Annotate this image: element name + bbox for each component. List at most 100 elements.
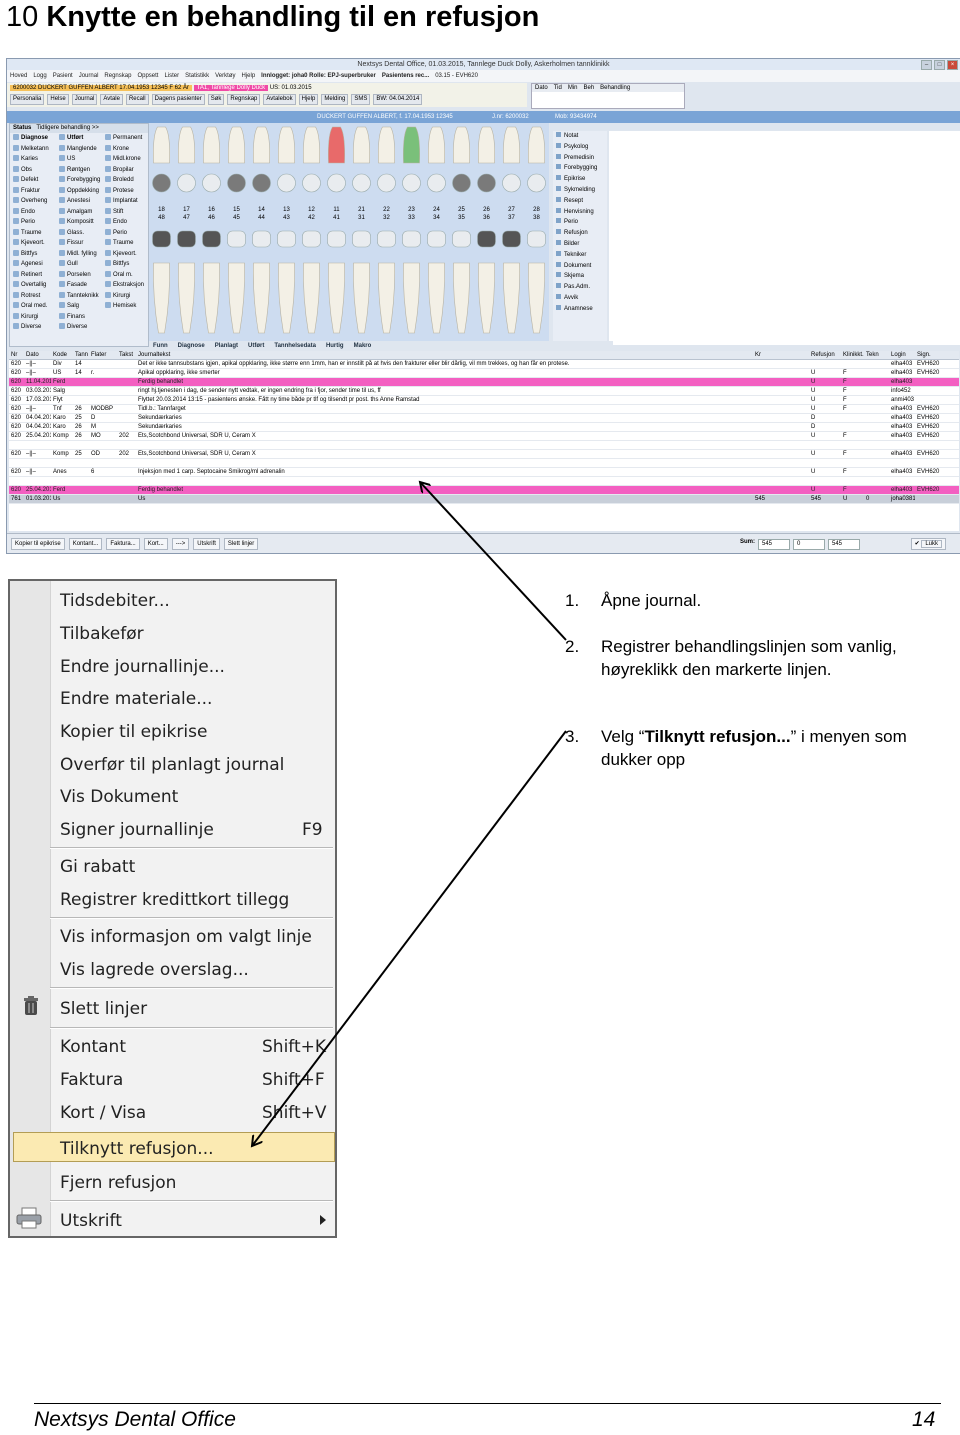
status-item[interactable]: Røntgen bbox=[59, 165, 102, 176]
tab-funn[interactable]: Funn bbox=[153, 341, 168, 351]
journal-column-header[interactable]: Nr bbox=[9, 351, 24, 359]
journal-column-header[interactable]: Kode bbox=[51, 351, 73, 359]
more-button[interactable]: ---> bbox=[171, 537, 190, 550]
appointment-table[interactable]: Dato Tid Min Beh Behandling bbox=[531, 83, 685, 109]
slett-linjer-button[interactable]: Slett linjer bbox=[223, 537, 259, 550]
tab-hurtig[interactable]: Hurtig bbox=[326, 341, 344, 351]
menu-regnskap[interactable]: Regnskap bbox=[104, 70, 131, 82]
journal-row[interactable]: 620 11.04.2013Ferd Ferdig behandlet U Felha4… bbox=[9, 378, 959, 387]
toolbar-journal[interactable]: Journal bbox=[71, 94, 98, 105]
status-item[interactable]: Overheng bbox=[13, 196, 56, 207]
menu-verktoy[interactable]: Verktøy bbox=[215, 70, 235, 82]
journal-column-header[interactable]: Refusjon bbox=[809, 351, 841, 359]
status-item[interactable]: Krone bbox=[105, 144, 148, 155]
journal-column-header[interactable]: Flater bbox=[89, 351, 117, 359]
journal-row[interactable]: 620 –||– Anes 6 Injeksjon med 1 carp. Septoc… bbox=[9, 468, 959, 477]
journal-row[interactable] bbox=[9, 441, 959, 450]
record-type-item[interactable]: Dokument bbox=[553, 261, 607, 272]
status-item[interactable]: Midl.krone bbox=[105, 154, 148, 165]
menu-journal[interactable]: Journal bbox=[79, 70, 99, 82]
status-item[interactable]: Gull bbox=[59, 259, 102, 270]
menu-item-tilbakefor[interactable]: Tilbakefør bbox=[60, 618, 144, 650]
record-type-item[interactable]: Premedisin bbox=[553, 153, 607, 164]
status-item[interactable]: Fissur bbox=[59, 238, 102, 249]
menu-oppsett[interactable]: Oppsett bbox=[137, 70, 158, 82]
toolbar-sms[interactable]: SMS bbox=[351, 94, 371, 105]
journal-column-header[interactable]: Journaltekst bbox=[136, 351, 753, 359]
status-item[interactable]: Kompositt bbox=[59, 217, 102, 228]
status-item[interactable]: Oral med. bbox=[13, 301, 56, 312]
journal-row[interactable]: 620 –||– US 14 r. Apikal oppklaring, ikke sme… bbox=[9, 369, 959, 378]
status-item[interactable]: Karies bbox=[13, 154, 56, 165]
menu-item-registrer-kredittkort[interactable]: Registrer kredittkort tillegg bbox=[60, 884, 289, 916]
status-item[interactable]: Porselen bbox=[59, 270, 102, 281]
toolbar-sok[interactable]: Søk bbox=[207, 94, 225, 105]
tooth-chart[interactable]: 18 48 17 47 16 46 15 45 14 44 13 43 12 42 11 41 21 31 22 32… bbox=[149, 123, 549, 345]
journal-column-header[interactable]: Tekn bbox=[864, 351, 889, 359]
status-item[interactable]: Agenesi bbox=[13, 259, 56, 270]
status-item[interactable]: Traume bbox=[105, 238, 148, 249]
record-type-item[interactable]: Skjema bbox=[553, 271, 607, 282]
record-type-item[interactable]: Tekniker bbox=[553, 250, 607, 261]
journal-column-header[interactable]: Login bbox=[889, 351, 915, 359]
status-item[interactable]: Overtallig bbox=[13, 280, 56, 291]
menu-hoved[interactable]: Hoved bbox=[10, 70, 27, 82]
menu-item-vis-informasjon[interactable]: Vis informasjon om valgt linje bbox=[60, 921, 312, 953]
status-item[interactable]: Oppdekking bbox=[59, 186, 102, 197]
menu-item-vis-dokument[interactable]: Vis Dokument bbox=[60, 781, 178, 813]
status-item[interactable]: Diverse bbox=[13, 322, 56, 333]
menu-item-slett-linjer[interactable]: Slett linjer bbox=[60, 993, 147, 1025]
toolbar-dagens[interactable]: Dagens pasienter bbox=[151, 94, 205, 105]
menu-item-kort-visa[interactable]: Kort / Visa Shift+V bbox=[60, 1097, 327, 1129]
status-item[interactable]: Kirurgi bbox=[13, 312, 56, 323]
tab-makro[interactable]: Makro bbox=[354, 341, 372, 351]
menu-item-faktura[interactable]: Faktura Shift+F bbox=[60, 1064, 325, 1096]
status-item[interactable]: Permanent bbox=[105, 133, 148, 144]
menu-logg[interactable]: Logg bbox=[33, 70, 46, 82]
status-item[interactable]: Kirurgi bbox=[105, 291, 148, 302]
status-item[interactable]: Amalgam bbox=[59, 207, 102, 218]
journal-row[interactable]: 620 –||– Tnf 26 MODBP Tidl.b.: Tannfarget U Fel… bbox=[9, 405, 959, 414]
record-type-item[interactable]: Henvisning bbox=[553, 207, 607, 218]
toolbar-regnskap[interactable]: Regnskap bbox=[227, 94, 261, 105]
menu-hjelp[interactable]: Hjelp bbox=[241, 70, 255, 82]
menu-item-kopier-epikrise[interactable]: Kopier til epikrise bbox=[60, 716, 207, 748]
record-type-item[interactable]: Avvik bbox=[553, 293, 607, 304]
status-item[interactable]: Glass. bbox=[59, 228, 102, 239]
status-item[interactable]: Salg bbox=[59, 301, 102, 312]
status-item[interactable]: Rotrest bbox=[13, 291, 56, 302]
utskrift-button[interactable]: Utskrift bbox=[193, 537, 220, 550]
tab-tannhelsedata[interactable]: Tannhelsedata bbox=[274, 341, 316, 351]
record-type-item[interactable]: Resept bbox=[553, 196, 607, 207]
status-item[interactable]: Melketann bbox=[13, 144, 56, 155]
journal-row[interactable]: 620 04.04.2014Karo 25 D Sekundærkaries Delha4… bbox=[9, 414, 959, 423]
journal-column-header[interactable]: Kr bbox=[753, 351, 809, 359]
journal-column-header[interactable]: Sign. bbox=[915, 351, 945, 359]
journal-column-header[interactable]: Takst bbox=[117, 351, 136, 359]
status-item[interactable]: Bittfys bbox=[105, 259, 148, 270]
status-item[interactable]: Kjeveort. bbox=[105, 249, 148, 260]
status-item[interactable]: Hemisek bbox=[105, 301, 148, 312]
minimize-icon[interactable]: – bbox=[921, 60, 932, 70]
faktura-button[interactable]: Faktura... bbox=[106, 537, 140, 550]
toolbar-melding[interactable]: Melding bbox=[321, 94, 349, 105]
status-item[interactable]: Protese bbox=[105, 186, 148, 197]
kontant-button[interactable]: Kontant... bbox=[68, 537, 103, 550]
record-type-item[interactable]: Perio bbox=[553, 217, 607, 228]
menu-item-endre-materiale[interactable]: Endre materiale... bbox=[60, 683, 212, 715]
menu-statistikk[interactable]: Statistikk bbox=[185, 70, 209, 82]
status-item[interactable]: Tannteknikk bbox=[59, 291, 102, 302]
toolbar-avtale[interactable]: Avtale bbox=[100, 94, 123, 105]
record-type-item[interactable]: Sykmelding bbox=[553, 185, 607, 196]
journal-row[interactable]: 620 –||– Komp 25 OD 202 Ets,Scotchbond Univers… bbox=[9, 450, 959, 459]
status-item[interactable]: Kjeveort. bbox=[13, 238, 56, 249]
status-item[interactable]: Defekt bbox=[13, 175, 56, 186]
menu-pasient[interactable]: Pasient bbox=[53, 70, 73, 82]
status-item[interactable]: Finans bbox=[59, 312, 102, 323]
status-item[interactable]: Broledd bbox=[105, 175, 148, 186]
status-item[interactable]: Bropilar bbox=[105, 165, 148, 176]
record-type-item[interactable]: Bilder bbox=[553, 239, 607, 250]
toolbar-helse[interactable]: Helse bbox=[47, 94, 69, 105]
lukk-button[interactable]: ✔ Lukk bbox=[910, 538, 946, 550]
journal-column-header[interactable]: Tann bbox=[73, 351, 89, 359]
